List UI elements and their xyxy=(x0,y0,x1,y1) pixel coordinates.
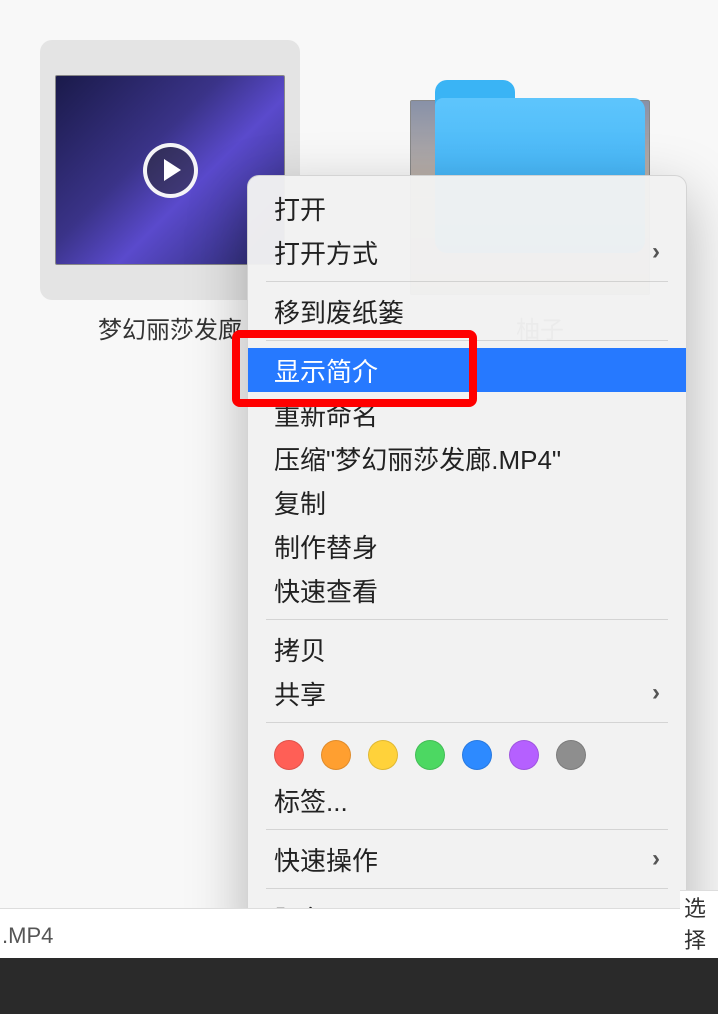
chevron-right-icon: › xyxy=(652,679,660,707)
menu-label: 压缩"梦幻丽莎发廊.MP4" xyxy=(274,440,561,477)
menu-label: 重新命名 xyxy=(274,396,378,433)
chevron-right-icon: › xyxy=(652,845,660,873)
menu-move-to-trash[interactable]: 移到废纸篓 xyxy=(248,289,686,333)
menu-label: 快速操作 xyxy=(274,841,378,878)
right-label: 选择 xyxy=(684,891,718,955)
bottom-bar: .MP4 xyxy=(0,908,718,964)
menu-label: 标签... xyxy=(274,782,348,819)
menu-share[interactable]: 共享 › xyxy=(248,671,686,715)
menu-label: 复制 xyxy=(274,484,326,521)
menu-label: 移到废纸篓 xyxy=(274,293,404,330)
tag-orange[interactable] xyxy=(321,740,351,770)
menu-separator xyxy=(266,619,668,620)
menu-separator xyxy=(266,722,668,723)
right-strip[interactable]: 选择 xyxy=(680,890,718,954)
tag-row xyxy=(248,730,686,778)
menu-quick-actions[interactable]: 快速操作 › xyxy=(248,837,686,881)
menu-copy[interactable]: 拷贝 xyxy=(248,627,686,671)
tag-red[interactable] xyxy=(274,740,304,770)
tag-gray[interactable] xyxy=(556,740,586,770)
menu-label: 制作替身 xyxy=(274,528,378,565)
menu-label: 拷贝 xyxy=(274,631,326,668)
menu-separator xyxy=(266,281,668,282)
menu-label: 快速查看 xyxy=(274,572,378,609)
menu-separator xyxy=(266,340,668,341)
menu-label: 共享 xyxy=(274,675,326,712)
menu-tags[interactable]: 标签... xyxy=(248,778,686,822)
tag-purple[interactable] xyxy=(509,740,539,770)
chevron-right-icon: › xyxy=(652,238,660,266)
file-label: 梦幻丽莎发廊 xyxy=(98,310,242,345)
menu-label: 打开方式 xyxy=(274,234,378,271)
menu-separator xyxy=(266,888,668,889)
menu-separator xyxy=(266,829,668,830)
menu-make-alias[interactable]: 制作替身 xyxy=(248,524,686,568)
context-menu: 打开 打开方式 › 移到废纸篓 显示简介 重新命名 压缩"梦幻丽莎发廊.MP4"… xyxy=(247,175,687,951)
tag-blue[interactable] xyxy=(462,740,492,770)
menu-quick-look[interactable]: 快速查看 xyxy=(248,568,686,612)
menu-label: 显示简介 xyxy=(274,352,378,389)
menu-open-with[interactable]: 打开方式 › xyxy=(248,230,686,274)
menu-open[interactable]: 打开 xyxy=(248,186,686,230)
bottom-bar-text: .MP4 xyxy=(2,923,53,949)
menu-compress[interactable]: 压缩"梦幻丽莎发廊.MP4" xyxy=(248,436,686,480)
menu-rename[interactable]: 重新命名 xyxy=(248,392,686,436)
play-icon xyxy=(143,143,198,198)
menu-get-info[interactable]: 显示简介 xyxy=(248,348,686,392)
tag-yellow[interactable] xyxy=(368,740,398,770)
tag-green[interactable] xyxy=(415,740,445,770)
menu-label: 打开 xyxy=(274,190,326,227)
menu-duplicate[interactable]: 复制 xyxy=(248,480,686,524)
bottom-dark-bar xyxy=(0,958,718,1014)
